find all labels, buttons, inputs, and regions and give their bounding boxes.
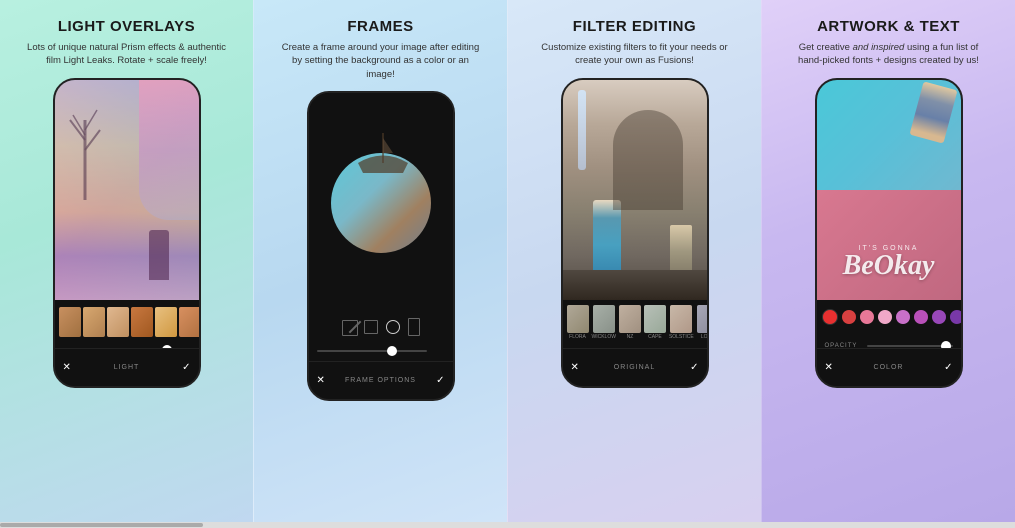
phone-3: FLORA WICKLOW NZ CAPE (561, 78, 709, 388)
phone-2-bottom-bar: ✕ FRAME OPTIONS ✓ (309, 361, 453, 399)
panel-1-title: LIGHT OVERLAYS (58, 18, 195, 35)
p4-main-text: BeOkay (843, 252, 935, 280)
panel-4-desc: Get creative and inspired using a fun li… (789, 41, 989, 68)
p1-main-image (55, 80, 199, 300)
color-magenta[interactable] (896, 310, 910, 324)
phone-1-bottom-bar: ✕ LIGHT ✓ (55, 348, 199, 386)
panel-2-title: FRAMES (347, 18, 413, 35)
phone-1: ✕ LIGHT ✓ (53, 78, 201, 388)
p2-circle-frame-icon[interactable] (386, 320, 400, 334)
p4-main-image: IT'S GONNA BeOkay (817, 80, 961, 300)
color-pink[interactable] (860, 310, 874, 324)
p3-thumb-flora[interactable]: FLORA (567, 305, 589, 340)
p4-opacity-track[interactable] (867, 345, 952, 347)
color-indigo[interactable] (950, 310, 961, 324)
p2-square-frame-icon[interactable] (364, 320, 378, 334)
p3-thumb-solstice-img (670, 305, 692, 333)
p2-bottom-label: FRAME OPTIONS (345, 377, 416, 384)
p3-confirm-icon[interactable]: ✓ (690, 362, 698, 373)
phone-1-screen (55, 80, 199, 348)
p2-ship-svg (348, 128, 418, 178)
phone-3-bottom-bar: ✕ ORIGINAL ✓ (563, 348, 707, 386)
p4-opacity-row: OPACITY (817, 335, 961, 348)
p1-figure (149, 230, 169, 280)
p3-bottom-label: ORIGINAL (614, 364, 655, 371)
p1-tree-svg (65, 100, 105, 200)
p3-thumb-lore[interactable]: LORE (697, 305, 707, 340)
panel-light-overlays: LIGHT OVERLAYS Lots of unique natural Pr… (0, 0, 253, 522)
panel-1-desc: Lots of unique natural Prism effects & a… (27, 41, 227, 68)
p3-arch (613, 110, 683, 210)
p1-slider-thumb[interactable] (162, 345, 172, 348)
p1-light-leak (139, 80, 199, 220)
thumb-1[interactable] (59, 307, 81, 337)
p3-cancel-icon[interactable]: ✕ (571, 362, 579, 373)
p3-slider-row (563, 345, 707, 348)
p3-thumb-lore-img (697, 305, 707, 333)
phone-2: ⚙ + ✕ FRAME OPTIONS ✓ (307, 91, 455, 401)
p4-text-overlay: IT'S GONNA BeOkay (843, 245, 935, 280)
p1-bottom-label: LIGHT (114, 364, 140, 371)
p3-thumb-nz[interactable]: NZ (619, 305, 641, 340)
color-lightpink[interactable] (878, 310, 892, 324)
p4-opacity-label: OPACITY (825, 343, 858, 348)
p2-main-image (309, 93, 453, 313)
phone-4-screen: IT'S GONNA BeOkay (817, 80, 961, 348)
p3-thumb-cape[interactable]: CAPE (644, 305, 666, 340)
p4-bottom-label: COLOR (874, 364, 904, 371)
phone-4: IT'S GONNA BeOkay (815, 78, 963, 388)
p4-cancel-icon[interactable]: ✕ (825, 362, 833, 373)
p4-opacity-thumb[interactable] (941, 341, 951, 348)
p3-thumb-wicklow[interactable]: WICKLOW (592, 305, 616, 340)
p3-waterfall (578, 90, 586, 170)
p1-confirm-icon[interactable]: ✓ (182, 362, 190, 373)
main-content: LIGHT OVERLAYS Lots of unique natural Pr… (0, 0, 1015, 522)
p2-slider-row (309, 341, 453, 361)
color-purple[interactable] (914, 310, 928, 324)
color-violet[interactable] (932, 310, 946, 324)
p3-thumb-solstice[interactable]: SOLSTICE (669, 305, 694, 340)
p1-slider-row (55, 345, 199, 348)
p2-no-frame-icon[interactable] (342, 320, 356, 334)
p2-frame-icons (309, 313, 453, 341)
p4-desc-italic: and inspired (853, 42, 905, 53)
p3-thumbnails: FLORA WICKLOW NZ CAPE (563, 300, 707, 345)
p2-cancel-icon[interactable]: ✕ (317, 375, 325, 386)
p4-top-section (817, 80, 961, 190)
p3-thumb-wicklow-img (593, 305, 615, 333)
panel-3-desc: Customize existing filters to fit your n… (535, 41, 735, 68)
p2-portrait-frame-icon[interactable] (408, 318, 420, 336)
p1-thumbnails (55, 300, 199, 345)
thumb-4[interactable] (131, 307, 153, 337)
panel-filter-editing: FILTER EDITING Customize existing filter… (507, 0, 761, 522)
color-red[interactable] (822, 309, 838, 325)
p3-main-image (563, 80, 707, 300)
p1-cancel-icon[interactable]: ✕ (63, 362, 71, 373)
p3-thumb-nz-img (619, 305, 641, 333)
p3-thumb-cape-img (644, 305, 666, 333)
thumb-3[interactable] (107, 307, 129, 337)
p2-slider-track[interactable] (317, 350, 427, 352)
panel-artwork-text: ARTWORK & TEXT Get creative and inspired… (761, 0, 1015, 522)
panel-2-desc: Create a frame around your image after e… (281, 41, 481, 81)
thumb-6[interactable] (179, 307, 199, 337)
panel-4-title: ARTWORK & TEXT (817, 18, 960, 35)
panel-3-title: FILTER EDITING (573, 18, 696, 35)
p2-slider-thumb[interactable] (387, 346, 397, 356)
thumb-5[interactable] (155, 307, 177, 337)
phone-3-screen: FLORA WICKLOW NZ CAPE (563, 80, 707, 348)
p4-confirm-icon[interactable]: ✓ (944, 362, 952, 373)
p3-thumb-flora-img (567, 305, 589, 333)
p4-person (909, 81, 957, 143)
phone-2-screen: ⚙ + (309, 93, 453, 361)
p2-confirm-icon[interactable]: ✓ (436, 375, 444, 386)
p4-color-dots (817, 300, 961, 335)
bottom-scrollbar[interactable] (0, 522, 1015, 528)
panel-frames: FRAMES Create a frame around your image … (253, 0, 507, 522)
color-darkred[interactable] (842, 310, 856, 324)
p3-rocks (563, 270, 707, 300)
phone-4-bottom-bar: ✕ COLOR ✓ (817, 348, 961, 386)
thumb-2[interactable] (83, 307, 105, 337)
scrollbar-thumb[interactable] (0, 523, 203, 527)
